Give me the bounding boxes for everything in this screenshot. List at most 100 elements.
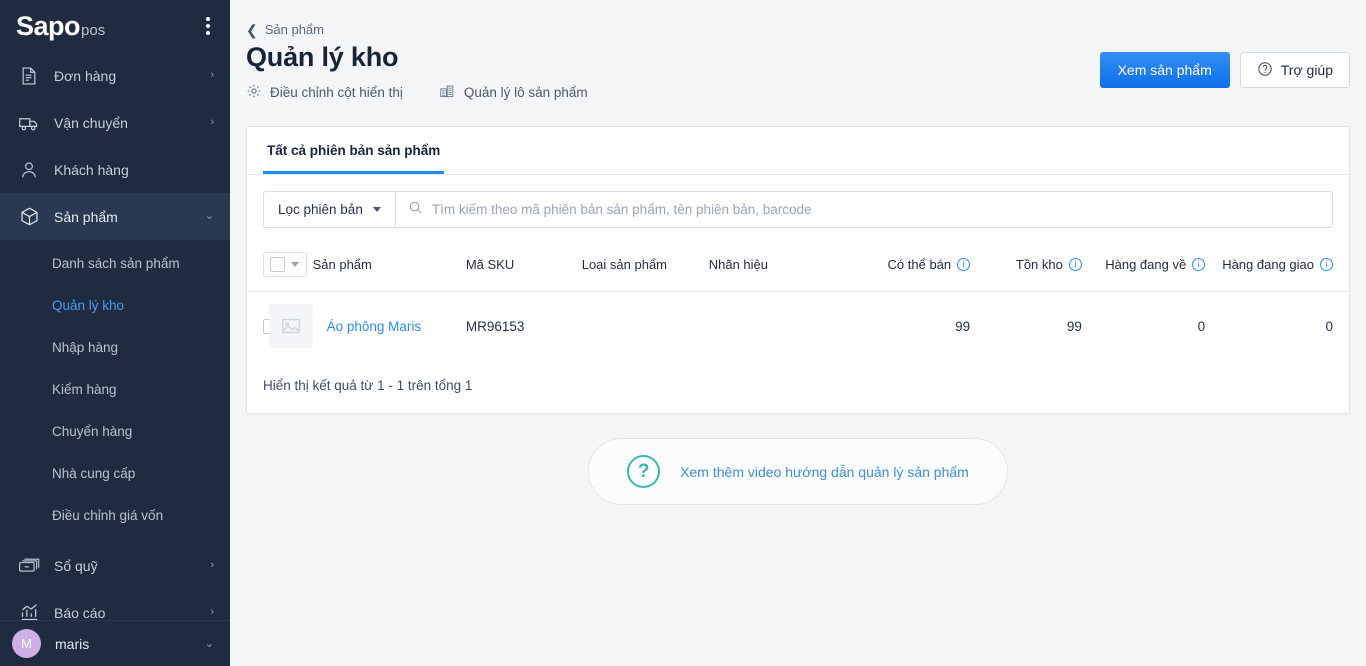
info-icon[interactable]: i (957, 258, 971, 271)
th-inner: Hàng đang giao i (1222, 257, 1333, 272)
sidebar-item-label: Báo cáo (54, 604, 106, 621)
sidebar-subitem-danh-sach-san-pham[interactable]: Danh sách sản phẩm (0, 242, 230, 284)
table-header-row: Sản phẩm Mã SKU Loại sản phẩm Nhãn hiệu … (247, 244, 1349, 292)
sidebar-item-label: Sản phẩm (54, 208, 118, 225)
td-shipping: 0 (1325, 318, 1333, 334)
help-button[interactable]: Trợ giúp (1239, 52, 1350, 88)
sidebar-header: Sapo pos (0, 0, 230, 52)
sidebar-user-menu[interactable]: M maris ⌄ (0, 620, 230, 666)
page-header-left: Quản lý kho Điều chỉnh cột hiển thị Quản… (246, 42, 588, 102)
table-head: Sản phẩm Mã SKU Loại sản phẩm Nhãn hiệu … (247, 244, 1349, 292)
logo-text-main: Sapo (16, 10, 81, 41)
sidebar-item-san-pham[interactable]: Sản phẩm ⌄ (0, 193, 230, 240)
app-logo[interactable]: Sapo pos (16, 10, 106, 41)
sidebar-subitem-nhap-hang[interactable]: Nhập hàng (0, 326, 230, 368)
search-input[interactable] (431, 202, 1320, 217)
th-inner: Hàng đang về i (1105, 257, 1206, 272)
sidebar-item-label: Vận chuyển (54, 114, 128, 131)
sidebar-item-label: Đơn hàng (54, 67, 117, 84)
chevron-down-icon (372, 207, 381, 212)
info-icon[interactable]: i (1320, 258, 1333, 271)
sidebar-item-so-quy[interactable]: Sổ quỹ › (0, 542, 230, 589)
sidebar-subitem-quan-ly-kho[interactable]: Quản lý kho (0, 284, 230, 326)
td-onhand: 99 (1066, 318, 1082, 334)
breadcrumb[interactable]: ❮ Sản phẩm (246, 22, 1350, 37)
th-product-type: Loại sản phẩm (581, 244, 709, 292)
adjust-columns-link[interactable]: Điều chỉnh cột hiển thị (246, 83, 403, 102)
sidebar-subitem-label: Kiểm hàng (52, 381, 117, 397)
info-icon[interactable]: i (1068, 258, 1082, 271)
filter-variants-dropdown[interactable]: Lọc phiên bản (263, 191, 395, 228)
manage-lots-link[interactable]: Quản lý lô sản phẩm (439, 83, 588, 102)
table-body: Áo phông Maris MR96153 99 99 0 0 (247, 292, 1349, 361)
avatar: M (12, 629, 41, 658)
truck-icon (18, 112, 40, 134)
help-button-label: Trợ giúp (1280, 62, 1333, 78)
result-count-label: Hiển thị kết quả từ 1 - 1 trên tổng 1 (263, 378, 473, 393)
vertical-dots-icon[interactable] (200, 13, 216, 39)
sidebar-subitem-dieu-chinh-gia-von[interactable]: Điều chỉnh giá vốn (0, 494, 230, 536)
product-name-link[interactable]: Áo phông Maris (327, 319, 422, 334)
th-brand: Nhãn hiệu (708, 244, 834, 292)
sidebar-subitem-label: Chuyển hàng (52, 423, 133, 439)
th-shipping: Hàng đang giao i (1205, 244, 1349, 292)
dot (206, 24, 210, 28)
sidebar-subitem-chuyen-hang[interactable]: Chuyển hàng (0, 410, 230, 452)
sidebar-subitem-label: Quản lý kho (52, 297, 125, 313)
td-product-type (582, 292, 709, 361)
sidebar-subitem-kiem-hang[interactable]: Kiểm hàng (0, 368, 230, 410)
view-products-button[interactable]: Xem sản phẩm (1099, 52, 1230, 88)
chevron-right-icon: › (210, 69, 214, 81)
chevron-right-icon: › (210, 559, 214, 571)
sidebar-subitem-label: Điều chỉnh giá vốn (52, 507, 164, 523)
box-icon (18, 206, 40, 228)
th-onhand-label: Tồn kho (1015, 257, 1063, 272)
page-title: Quản lý kho (246, 42, 399, 72)
quick-link-label: Điều chỉnh cột hiển thị (270, 85, 403, 100)
sidebar-item-label: Khách hàng (54, 161, 129, 178)
select-all-checkbox[interactable] (270, 257, 285, 272)
sidebar-submenu-san-pham: Danh sách sản phẩm Quản lý kho Nhập hàng… (0, 240, 230, 542)
video-guide-banner[interactable]: ? Xem thêm video hướng dẫn quản lý sản p… (588, 438, 1008, 505)
chevron-right-icon: › (210, 116, 214, 128)
warehouse-icon (439, 83, 456, 102)
video-banner-wrap: ? Xem thêm video hướng dẫn quản lý sản p… (246, 438, 1350, 505)
app-root: Sapo pos Đơn hàng › Vận chuyển › Khách h… (0, 0, 1366, 666)
inventory-card: Tất cả phiên bản sản phẩm Lọc phiên bản (246, 126, 1350, 414)
tab-all-variants[interactable]: Tất cả phiên bản sản phẩm (263, 127, 445, 174)
chevron-left-icon: ❮ (246, 21, 258, 38)
chart-icon (18, 602, 40, 620)
sidebar-nav: Đơn hàng › Vận chuyển › Khách hàng Sản p… (0, 52, 230, 620)
sidebar-subitem-label: Nhà cung cấp (52, 465, 136, 481)
sidebar-item-van-chuyen[interactable]: Vận chuyển › (0, 99, 230, 146)
th-inner: Có thể bán i (888, 257, 971, 272)
sidebar-subitem-label: Nhập hàng (52, 339, 119, 355)
breadcrumb-label: Sản phẩm (264, 22, 324, 37)
td-sellable: 99 (955, 318, 971, 334)
th-select-all (247, 244, 313, 292)
sidebar-subitem-label: Danh sách sản phẩm (52, 255, 180, 271)
dot (206, 17, 210, 21)
th-sku: Mã SKU (465, 244, 582, 292)
filter-row: Lọc phiên bản (247, 175, 1349, 244)
username-label: maris (55, 635, 90, 652)
th-incoming-label: Hàng đang về (1105, 257, 1187, 272)
tab-bar: Tất cả phiên bản sản phẩm (247, 127, 1349, 175)
th-incoming: Hàng đang về i (1081, 244, 1206, 292)
quick-link-label: Quản lý lô sản phẩm (463, 85, 588, 100)
sidebar-item-khach-hang[interactable]: Khách hàng (0, 146, 230, 193)
th-onhand: Tồn kho i (970, 244, 1082, 292)
sidebar-subitem-nha-cung-cap[interactable]: Nhà cung cấp (0, 452, 230, 494)
inventory-table: Sản phẩm Mã SKU Loại sản phẩm Nhãn hiệu … (247, 244, 1349, 360)
sidebar-item-don-hang[interactable]: Đơn hàng › (0, 52, 230, 99)
question-circle-icon (1257, 61, 1273, 80)
select-all-dropdown[interactable] (263, 252, 307, 277)
search-box[interactable] (394, 191, 1333, 228)
main-content: ❮ Sản phẩm Quản lý kho Điều chỉnh cột hi… (230, 0, 1366, 666)
logo-text-sub: pos (81, 21, 106, 39)
info-icon[interactable]: i (1192, 258, 1206, 271)
table-row[interactable]: Áo phông Maris MR96153 99 99 0 0 (247, 292, 1349, 361)
td-incoming: 0 (1197, 318, 1206, 334)
td-sku: MR96153 (465, 318, 525, 334)
sidebar-item-bao-cao[interactable]: Báo cáo › (0, 589, 230, 620)
